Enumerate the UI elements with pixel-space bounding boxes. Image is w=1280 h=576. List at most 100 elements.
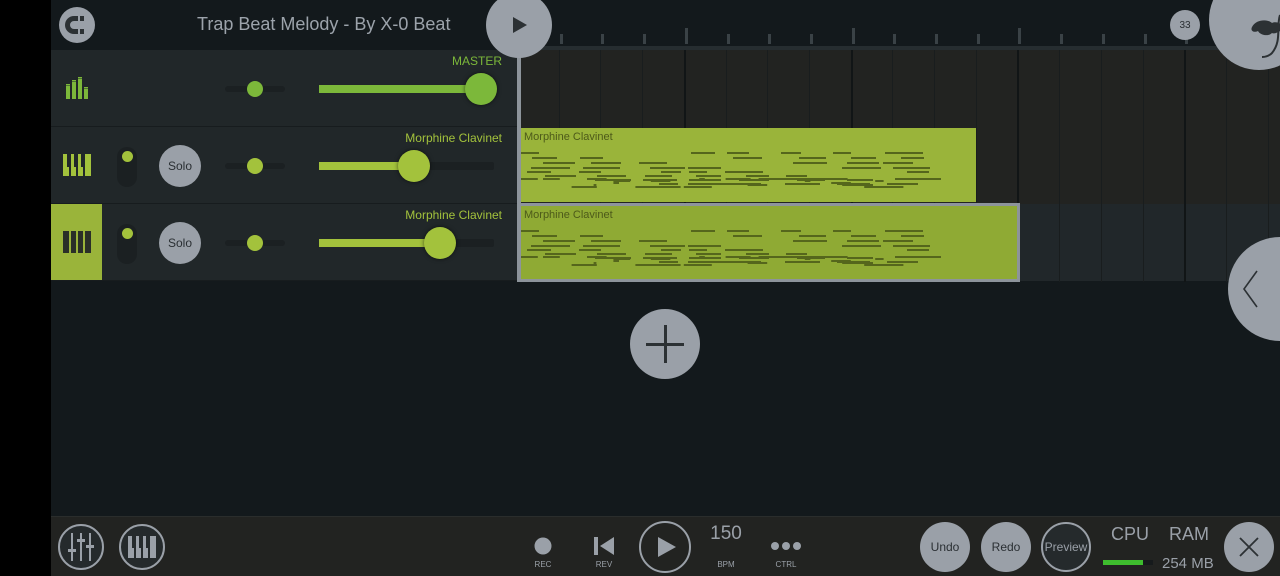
volume-slider[interactable] — [319, 150, 494, 182]
clip-note-preview — [521, 230, 941, 266]
note — [822, 256, 848, 258]
note — [659, 261, 678, 263]
note — [847, 179, 873, 181]
mixer-levels-icon — [65, 77, 88, 99]
pan-slider[interactable] — [225, 81, 285, 97]
volume-knob[interactable] — [424, 227, 457, 259]
note — [543, 162, 575, 164]
note — [864, 264, 904, 266]
tempo-control[interactable]: 150 BPM — [701, 521, 751, 573]
note — [864, 186, 904, 188]
channel-row-master[interactable]: MASTER — [51, 50, 517, 127]
project-title: Trap Beat Melody - By X-0 Beat — [197, 14, 451, 34]
redo-button[interactable]: Redo — [981, 522, 1031, 572]
pattern-clip-selected[interactable]: Morphine Clavinet — [518, 203, 1020, 282]
timeline-ruler[interactable] — [518, 28, 1280, 46]
pattern-clip[interactable]: Morphine Clavinet — [521, 128, 976, 202]
piano-keys-icon — [62, 231, 91, 253]
note — [887, 261, 918, 263]
note — [847, 257, 873, 259]
pan-slider[interactable] — [225, 235, 285, 251]
volume-slider[interactable] — [319, 227, 494, 259]
snap-button[interactable] — [59, 7, 95, 43]
top-bar: Trap Beat Melody - By X-0 Beat 33 — [51, 0, 1280, 70]
mixer-button[interactable] — [58, 524, 104, 570]
note — [885, 230, 923, 232]
note — [689, 257, 721, 259]
channel-icon-cell-selected[interactable] — [51, 204, 102, 280]
play-icon — [513, 17, 527, 33]
note — [688, 261, 727, 263]
control-menu-button[interactable]: CTRL — [761, 521, 811, 573]
note — [912, 178, 941, 180]
note — [545, 175, 576, 177]
close-button[interactable] — [1224, 522, 1274, 572]
mute-indicator — [122, 151, 133, 162]
mute-switch[interactable] — [117, 224, 137, 264]
piano-roll-button[interactable] — [119, 524, 165, 570]
note — [851, 157, 876, 159]
note — [591, 240, 621, 242]
channel-row[interactable]: Solo Morphine Clavinet — [51, 127, 517, 204]
note — [543, 256, 560, 258]
note — [579, 171, 601, 173]
channel-icon-cell[interactable] — [51, 127, 102, 203]
note — [650, 258, 671, 260]
note — [688, 183, 727, 185]
channel-icon-cell[interactable] — [51, 50, 102, 126]
record-button[interactable]: REC — [518, 521, 568, 573]
note — [785, 261, 820, 263]
note — [793, 162, 827, 164]
note — [746, 253, 769, 255]
playlist-area[interactable]: Morphine Clavinet Morphine Clavinet — [517, 50, 1280, 282]
add-track-button[interactable] — [630, 309, 700, 379]
solo-button[interactable]: Solo — [159, 145, 201, 187]
pan-knob[interactable] — [247, 158, 263, 174]
play-song-button[interactable] — [639, 521, 691, 573]
note — [521, 256, 538, 258]
note — [597, 253, 626, 255]
volume-fill — [319, 85, 475, 93]
solo-button[interactable]: Solo — [159, 222, 201, 264]
channel-row[interactable]: Solo Morphine Clavinet — [51, 204, 517, 281]
note — [591, 162, 621, 164]
grid-line — [1059, 50, 1061, 282]
cpu-meter-fill — [1103, 560, 1143, 565]
note — [831, 260, 851, 262]
volume-knob[interactable] — [464, 73, 497, 105]
more-dots-icon — [771, 542, 801, 550]
note — [593, 262, 597, 264]
volume-fill — [319, 239, 435, 247]
note — [521, 152, 539, 154]
note — [901, 157, 924, 159]
pan-slider[interactable] — [225, 158, 285, 174]
note — [613, 182, 619, 184]
note — [580, 157, 603, 159]
tempo-label: BPM — [717, 560, 735, 569]
mute-switch[interactable] — [117, 147, 137, 187]
ruler-tick — [601, 34, 605, 44]
note — [885, 152, 923, 154]
note — [901, 235, 924, 237]
note — [842, 184, 873, 186]
note — [543, 240, 575, 242]
preview-button[interactable]: Preview — [1041, 522, 1091, 572]
channel-name: Morphine Clavinet — [405, 208, 502, 222]
bar-number-badge[interactable]: 33 — [1170, 10, 1200, 40]
note — [727, 230, 749, 232]
note — [543, 178, 560, 180]
rewind-button[interactable]: REV — [579, 521, 629, 573]
volume-slider[interactable] — [319, 73, 497, 105]
note — [851, 235, 876, 237]
control-label: CTRL — [775, 560, 797, 569]
pan-knob[interactable] — [247, 81, 263, 97]
note — [696, 175, 721, 177]
note — [907, 249, 929, 251]
playlist-lane[interactable] — [517, 50, 1280, 127]
pan-knob[interactable] — [247, 235, 263, 251]
note — [593, 184, 597, 186]
volume-knob[interactable] — [397, 150, 430, 182]
undo-button[interactable]: Undo — [920, 522, 970, 572]
note — [689, 249, 707, 251]
playhead[interactable] — [517, 50, 521, 282]
